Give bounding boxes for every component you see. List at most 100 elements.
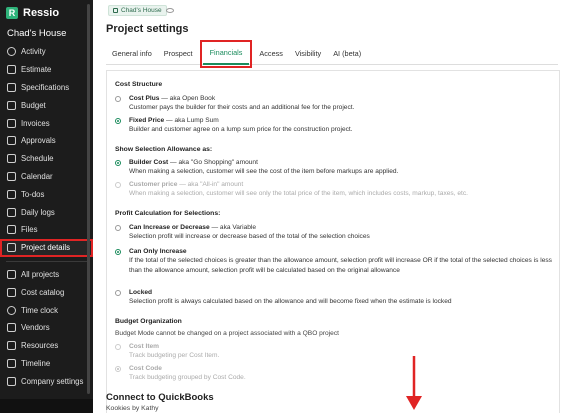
wrench-icon [7, 243, 16, 253]
option-description: Builder and customer agree on a lump sum… [129, 126, 353, 134]
section-title-budget: Budget Organization [115, 318, 182, 325]
option-locked[interactable]: Locked Selection profit is always calcula… [115, 288, 555, 307]
invoices-icon [7, 118, 16, 128]
breadcrumb[interactable]: Chad's House [108, 5, 167, 16]
sidebar-item-daily-logs[interactable]: Daily logs [0, 203, 93, 221]
option-text: Locked Selection profit is always calcula… [129, 288, 555, 307]
radio-button[interactable] [115, 290, 121, 296]
option-description: Selection profit will increase or decrea… [129, 233, 370, 241]
sidebar-item-label: Vendors [21, 323, 50, 333]
option-description: If the total of the selected choices is … [129, 257, 552, 274]
specifications-icon [7, 82, 16, 92]
sidebar-item-label: Cost catalog [21, 287, 65, 297]
option-customer-price[interactable]: Customer price — aka "All-in" amount When… [115, 180, 555, 199]
option-text: Cost Item Track budgeting per Cost Item. [129, 342, 555, 361]
sidebar-item-schedule[interactable]: Schedule [0, 150, 93, 168]
option-fixed-price[interactable]: Fixed Price — aka Lump Sum Builder and cu… [115, 116, 555, 135]
sidebar-item-label: Approvals [21, 136, 56, 146]
sidebar-item-cost-catalog[interactable]: Cost catalog [0, 283, 93, 301]
files-icon [7, 225, 16, 235]
sidebar-item-budget[interactable]: Budget [0, 96, 93, 114]
gear-icon [7, 376, 16, 386]
option-aka: — aka Open Book [159, 95, 216, 102]
calendar-icon [7, 171, 16, 181]
eye-icon[interactable] [166, 8, 174, 13]
sidebar-item-timeline[interactable]: Timeline [0, 355, 93, 373]
radio-button[interactable] [115, 366, 121, 372]
option-text: Fixed Price — aka Lump Sum Builder and cu… [129, 116, 555, 135]
sidebar-scrollbar[interactable] [87, 4, 90, 394]
sidebar-footer [0, 399, 93, 413]
sidebar-item-files[interactable]: Files [0, 221, 93, 239]
option-description: When making a selection, customer will s… [129, 168, 399, 176]
option-description: When making a selection, customer will s… [129, 190, 468, 198]
brand-logo[interactable]: R Ressio [6, 7, 59, 19]
tab-prospect[interactable]: Prospect [158, 43, 199, 65]
radio-button[interactable] [115, 160, 121, 166]
tab-general-info[interactable]: General info [106, 43, 158, 65]
sidebar-item-calendar[interactable]: Calendar [0, 168, 93, 186]
option-text: Can Only Increase If the total of the sel… [129, 247, 555, 275]
sidebar-item-label: Estimate [21, 65, 52, 75]
sidebar-item-resources[interactable]: Resources [0, 337, 93, 355]
option-text: Cost Plus — aka Open Book Customer pays t… [129, 94, 555, 113]
sidebar-item-approvals[interactable]: Approvals [0, 132, 93, 150]
down-arrow-annotation [406, 356, 422, 410]
sidebar-item-label: Schedule [21, 154, 54, 164]
page-title: Project settings [106, 23, 189, 35]
radio-button[interactable] [115, 182, 121, 188]
house-icon [113, 8, 118, 13]
quickbooks-title: Connect to QuickBooks [106, 392, 214, 403]
sidebar-item-activity[interactable]: Activity [0, 43, 93, 61]
option-can-increase-or-decrease[interactable]: Can Increase or Decrease — aka Variable S… [115, 223, 555, 242]
budget-note: Budget Mode cannot be changed on a proje… [115, 330, 339, 337]
sidebar-item-label: Time clock [21, 305, 58, 315]
radio-button[interactable] [115, 225, 121, 231]
sidebar-item-all-projects[interactable]: All projects [0, 266, 93, 284]
sidebar-item-vendors[interactable]: Vendors [0, 319, 93, 337]
option-text: Customer price — aka "All-in" amount When… [129, 180, 555, 199]
option-cost-plus[interactable]: Cost Plus — aka Open Book Customer pays t… [115, 94, 555, 113]
sidebar-item-label: Timeline [21, 358, 51, 368]
quickbooks-company: Kookies by Kathy [106, 405, 159, 412]
tab-visibility[interactable]: Visibility [289, 43, 327, 65]
all-projects-icon [7, 269, 16, 279]
option-aka: — aka "Go Shopping" amount [168, 159, 258, 166]
sidebar-item-estimate[interactable]: Estimate [0, 61, 93, 79]
option-cost-item[interactable]: Cost Item Track budgeting per Cost Item. [115, 342, 555, 361]
project-name[interactable]: Chad's House [7, 28, 66, 39]
sidebar-item-label: Project details [21, 243, 70, 253]
radio-button[interactable] [115, 249, 121, 255]
option-aka: — aka Variable [209, 224, 257, 231]
tab-access[interactable]: Access [253, 43, 289, 65]
sidebar-item-company-settings[interactable]: Company settings [0, 372, 93, 390]
option-name: Can Increase or Decrease [129, 224, 210, 231]
option-description: Selection profit is always calculated ba… [129, 298, 452, 306]
radio-button[interactable] [115, 344, 121, 350]
option-name: Customer price [129, 181, 178, 188]
tab-financials[interactable]: Financials [199, 39, 253, 68]
sidebar-item-to-dos[interactable]: To-dos [0, 185, 93, 203]
clock-icon [7, 305, 16, 315]
sidebar-divider [6, 260, 87, 262]
option-name: Locked [129, 289, 153, 296]
option-name: Cost Plus [129, 95, 160, 102]
sidebar-item-project-details[interactable]: Project details [0, 238, 93, 257]
option-can-only-increase[interactable]: Can Only Increase If the total of the sel… [115, 247, 555, 275]
tab-ai-beta[interactable]: AI (beta) [327, 43, 367, 65]
option-description: Track budgeting grouped by Cost Code. [129, 374, 246, 382]
option-cost-code[interactable]: Cost Code Track budgeting grouped by Cost… [115, 364, 555, 383]
timeline-icon [7, 358, 16, 368]
option-name: Cost Code [129, 365, 162, 372]
brand-name: Ressio [23, 7, 60, 19]
sidebar-item-invoices[interactable]: Invoices [0, 114, 93, 132]
option-aka: — aka "All-in" amount [177, 181, 244, 188]
option-builder-cost[interactable]: Builder Cost — aka "Go Shopping" amount W… [115, 158, 555, 177]
sidebar-item-specifications[interactable]: Specifications [0, 79, 93, 97]
settings-tabs: General info Prospect Financials Access Visi… [106, 39, 558, 68]
sidebar-item-label: Files [21, 225, 38, 235]
option-text: Builder Cost — aka "Go Shopping" amount W… [129, 158, 555, 177]
radio-button[interactable] [115, 96, 121, 102]
sidebar-item-time-clock[interactable]: Time clock [0, 301, 93, 319]
radio-button[interactable] [115, 118, 121, 124]
